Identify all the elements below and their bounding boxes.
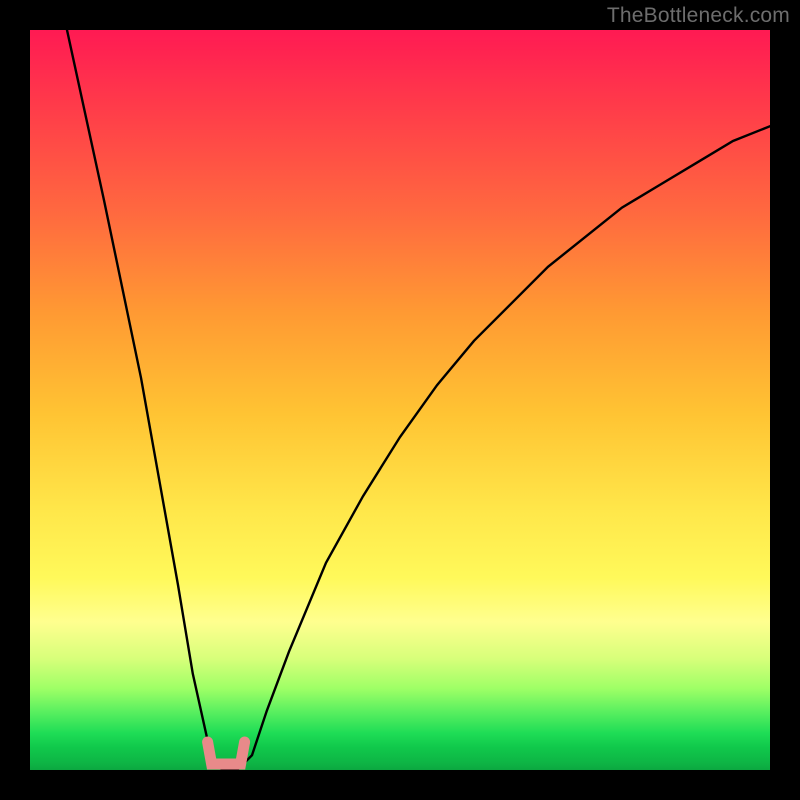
chart-frame: TheBottleneck.com [0,0,800,800]
plot-area [30,30,770,770]
bottleneck-curve-path [67,30,770,770]
valley-marker-path [208,742,245,764]
curve-svg [30,30,770,770]
watermark-text: TheBottleneck.com [607,4,790,28]
